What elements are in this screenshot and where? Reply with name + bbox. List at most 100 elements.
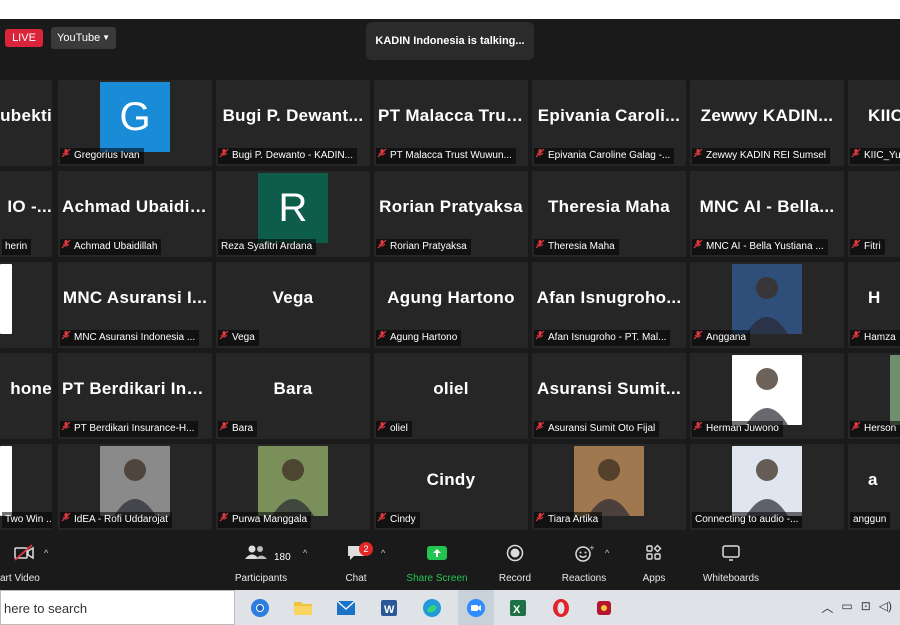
participant-name-label: Fitri <box>850 239 885 255</box>
volume-icon[interactable]: ◁) <box>879 599 892 616</box>
participant-name-label: Herson <box>850 421 900 437</box>
participant-tile[interactable]: Fitri <box>848 171 900 257</box>
participant-label-text: MNC AI - Bella Yustiana ... <box>706 241 824 252</box>
display-icon[interactable]: ⊡ <box>861 599 871 616</box>
network-icon[interactable]: ▭ <box>841 599 852 616</box>
start-video-button[interactable]: art Video <box>0 538 48 590</box>
mic-muted-icon <box>692 148 704 164</box>
participant-tile[interactable]: Zewwy KADIN... Zewwy KADIN REI Sumsel <box>690 80 844 166</box>
participant-display-name: Asuransi Sumit... <box>537 379 681 398</box>
participant-label-text: Connecting to audio -... <box>695 514 799 525</box>
participant-tile[interactable]: Bara Bara <box>216 353 370 439</box>
participant-display-name: Zewwy KADIN... <box>700 106 834 125</box>
chat-button[interactable]: 2 Chat <box>336 538 376 590</box>
participant-tile[interactable]: Herson <box>848 353 900 439</box>
word-icon[interactable]: W <box>375 594 403 621</box>
mail-icon[interactable] <box>332 594 360 621</box>
participant-tile[interactable]: MNC Asuransi I... MNC Asuransi Indonesia … <box>58 262 212 348</box>
participant-tile[interactable]: Two Win ... <box>0 444 52 530</box>
video-options-caret[interactable]: ^ <box>44 548 48 558</box>
participant-tile[interactable]: H Hamza <box>848 262 900 348</box>
participant-tile[interactable]: Epivania Caroli... Epivania Caroline Gala… <box>532 80 686 166</box>
participant-tile[interactable]: Theresia Maha Theresia Maha <box>532 171 686 257</box>
participant-tile[interactable]: Achmad Ubaidil... Achmad Ubaidillah <box>58 171 212 257</box>
participant-tile[interactable]: Vega Vega <box>216 262 370 348</box>
participant-tile[interactable]: KIIC KIIC_Yu <box>848 80 900 166</box>
chat-caret[interactable]: ^ <box>381 548 385 558</box>
participant-name-label: Anggana <box>692 330 751 346</box>
mic-muted-icon <box>850 148 862 164</box>
file-explorer-icon[interactable] <box>289 594 317 621</box>
participants-button[interactable]: 180 Participants <box>226 538 296 590</box>
whiteboard-icon <box>721 544 741 566</box>
participant-tile[interactable]: MNC AI - Bella... MNC AI - Bella Yustiana… <box>690 171 844 257</box>
participant-tile[interactable]: Agung Hartono Agung Hartono <box>374 262 528 348</box>
participant-label-text: Achmad Ubaidillah <box>74 241 158 252</box>
participant-tile[interactable]: PT Malacca Trus... PT Malacca Trust Wuwun… <box>374 80 528 166</box>
participant-label-text: Theresia Maha <box>548 241 615 252</box>
zoom-icon[interactable] <box>458 590 494 625</box>
mic-muted-icon <box>692 330 704 346</box>
share-screen-button[interactable]: Share Screen <box>402 538 472 590</box>
participant-display-name: MNC Asuransi I... <box>62 288 208 307</box>
participant-tile[interactable]: R Reza Syafitri Ardana <box>216 171 370 257</box>
reactions-button[interactable]: + Reactions <box>556 538 612 590</box>
chat-unread-badge: 2 <box>359 542 373 556</box>
svg-text:+: + <box>589 544 594 552</box>
participant-tile[interactable]: Cindy Cindy <box>374 444 528 530</box>
participant-tile[interactable]: Connecting to audio -... <box>690 444 844 530</box>
participant-tile[interactable]: G Gregorius Ivan <box>58 80 212 166</box>
participant-label-text: IdEA - Rofi Uddarojat <box>74 514 168 525</box>
participant-name-label: Asuransi Sumit Oto Fijal <box>534 421 660 437</box>
participant-tile[interactable]: Rorian Pratyaksa Rorian Pratyaksa <box>374 171 528 257</box>
mic-muted-icon <box>534 330 546 346</box>
participant-tile[interactable]: hone <box>0 353 52 439</box>
opera-icon[interactable] <box>547 594 575 621</box>
participant-tile[interactable]: a anggun <box>848 444 900 530</box>
participant-tile[interactable]: Anggana <box>690 262 844 348</box>
participant-tile[interactable]: IO -... herin <box>0 171 52 257</box>
participant-tile[interactable] <box>0 262 52 348</box>
excel-icon[interactable]: X <box>504 594 532 621</box>
chevron-up-icon[interactable]: ︿ <box>821 599 833 616</box>
participant-name-label: Purwa Manggala <box>218 512 312 528</box>
participants-caret[interactable]: ^ <box>303 548 307 558</box>
participant-label-text: Bugi P. Dewanto - KADIN... <box>232 150 353 161</box>
taskbar-search-input[interactable]: here to search <box>0 590 235 625</box>
participant-tile[interactable]: Tiara Artika <box>532 444 686 530</box>
participant-tile[interactable]: PT Berdikari Ins... PT Berdikari Insuranc… <box>58 353 212 439</box>
whiteboards-button[interactable]: Whiteboards <box>696 538 766 590</box>
participant-name-label: Gregorius Ivan <box>60 148 144 164</box>
participant-video-thumbnail <box>732 264 802 334</box>
participant-tile[interactable]: Purwa Manggala <box>216 444 370 530</box>
participant-display-name: Cindy <box>426 470 476 489</box>
participant-tile[interactable]: oliel oliel <box>374 353 528 439</box>
participant-tile[interactable]: Bugi P. Dewant... Bugi P. Dewanto - KADIN… <box>216 80 370 166</box>
reactions-caret[interactable]: ^ <box>605 548 609 558</box>
system-tray: ︿ ▭ ⊡ ◁) <box>821 599 892 616</box>
participant-name-label: KIIC_Yu <box>850 148 900 164</box>
apps-button[interactable]: Apps <box>636 538 672 590</box>
participant-name-label: herin <box>2 239 32 255</box>
participant-display-name: ubekti <box>0 106 52 125</box>
participant-label-text: Epivania Caroline Galag -... <box>548 150 671 161</box>
mic-muted-icon <box>60 512 72 528</box>
participant-tile[interactable]: Herman Juwono <box>690 353 844 439</box>
participant-display-name: Bara <box>273 379 313 398</box>
participant-tile[interactable]: Afan Isnugroho... Afan Isnugroho - PT. Ma… <box>532 262 686 348</box>
mic-muted-icon <box>534 421 546 437</box>
app-icon[interactable] <box>590 594 618 621</box>
participant-tile[interactable]: ubekti <box>0 80 52 166</box>
chrome-icon[interactable] <box>246 594 274 621</box>
mic-muted-icon <box>850 330 862 346</box>
record-button[interactable]: Record <box>490 538 540 590</box>
mic-muted-icon <box>218 421 230 437</box>
participant-display-name: a <box>868 470 878 489</box>
participant-tile[interactable]: IdEA - Rofi Uddarojat <box>58 444 212 530</box>
participant-name-label: Two Win ... <box>2 512 52 528</box>
participant-name-label: Epivania Caroline Galag -... <box>534 148 675 164</box>
participant-grid: ubekti G Gregorius Ivan Bugi P. Dewant... Bu… <box>0 0 900 590</box>
edge-icon[interactable] <box>418 594 446 621</box>
participant-tile[interactable]: Asuransi Sumit... Asuransi Sumit Oto Fija… <box>532 353 686 439</box>
record-icon <box>506 544 524 566</box>
